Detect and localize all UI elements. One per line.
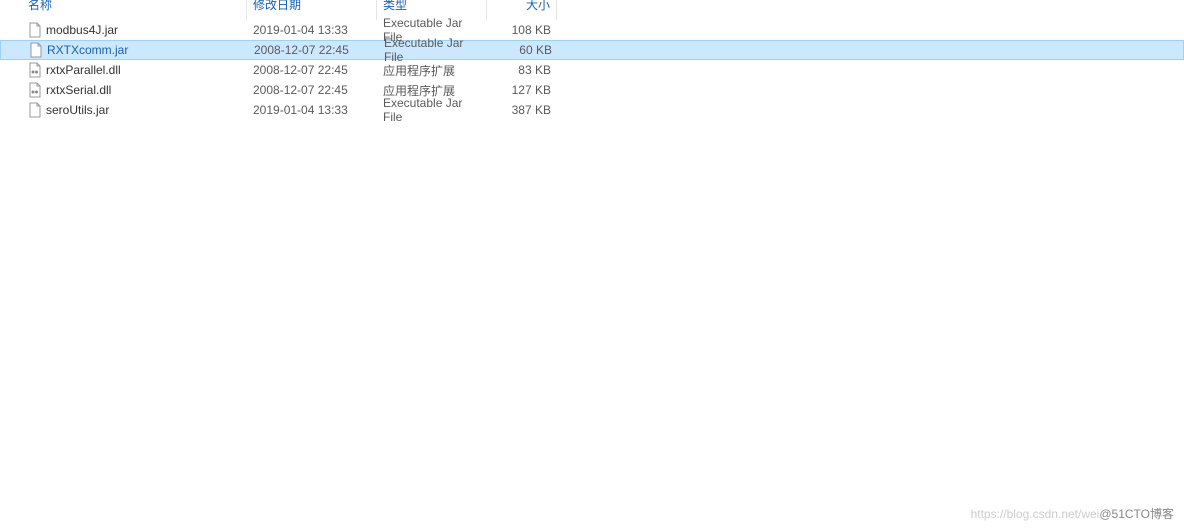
- watermark-faded: https://blog.csdn.net/wei: [971, 507, 1100, 521]
- file-type: Executable Jar File: [378, 41, 488, 59]
- file-name-cell: rxtxParallel.dll: [22, 60, 247, 80]
- column-header-size[interactable]: 大小: [487, 0, 557, 20]
- file-date: 2008-12-07 22:45: [247, 80, 377, 100]
- file-name: rxtxParallel.dll: [46, 63, 121, 77]
- file-name: rxtxSerial.dll: [46, 83, 111, 97]
- file-type-icon: [29, 42, 43, 58]
- column-header-name[interactable]: 名称: [22, 0, 247, 20]
- file-type-icon: [28, 82, 42, 98]
- file-type-icon: [28, 62, 42, 78]
- file-type-icon: [28, 102, 42, 118]
- watermark: https://blog.csdn.net/wei@51CTO博客: [971, 505, 1174, 522]
- file-row[interactable]: RXTXcomm.jar 2008-12-07 22:45Executable J…: [0, 40, 1184, 60]
- column-header-date[interactable]: 修改日期: [247, 0, 377, 20]
- column-header-row: 名称 修改日期 类型 大小: [0, 0, 1184, 20]
- file-size: 127 KB: [487, 80, 557, 100]
- file-name: seroUtils.jar: [46, 103, 109, 117]
- file-name-cell: rxtxSerial.dll: [22, 80, 247, 100]
- file-size: 108 KB: [487, 20, 557, 40]
- file-name-cell: seroUtils.jar: [22, 100, 247, 120]
- file-icon: [28, 62, 42, 78]
- file-row[interactable]: rxtxSerial.dll2008-12-07 22:45应用程序扩展127 …: [0, 80, 1184, 100]
- file-size: 60 KB: [488, 41, 558, 59]
- file-type-icon: [28, 22, 42, 38]
- file-icon: [29, 42, 43, 58]
- file-list: modbus4J.jar2019-01-04 13:33Executable J…: [0, 20, 1184, 120]
- watermark-dark: @51CTO博客: [1099, 507, 1174, 521]
- file-size: 387 KB: [487, 100, 557, 120]
- file-icon: [28, 22, 42, 38]
- file-row[interactable]: seroUtils.jar 2019-01-04 13:33Executable …: [0, 100, 1184, 120]
- file-date: 2019-01-04 13:33: [247, 100, 377, 120]
- file-name-cell: modbus4J.jar: [22, 20, 247, 40]
- file-explorer-view: 名称 修改日期 类型 大小 modbus4J.jar 2019-01-04 13:…: [0, 0, 1184, 120]
- file-name: modbus4J.jar: [46, 23, 118, 37]
- file-date: 2019-01-04 13:33: [247, 20, 377, 40]
- file-name-cell: RXTXcomm.jar: [23, 41, 248, 59]
- file-icon: [28, 82, 42, 98]
- file-name: RXTXcomm.jar: [47, 43, 128, 57]
- file-type: 应用程序扩展: [377, 60, 487, 80]
- file-row[interactable]: modbus4J.jar2019-01-04 13:33Executable J…: [0, 20, 1184, 40]
- file-type: Executable Jar File: [377, 100, 487, 120]
- file-size: 83 KB: [487, 60, 557, 80]
- file-date: 2008-12-07 22:45: [247, 60, 377, 80]
- file-date: 2008-12-07 22:45: [248, 41, 378, 59]
- file-row[interactable]: rxtxParallel.dll 2008-12-07 22:45应用程序扩展83…: [0, 60, 1184, 80]
- file-icon: [28, 102, 42, 118]
